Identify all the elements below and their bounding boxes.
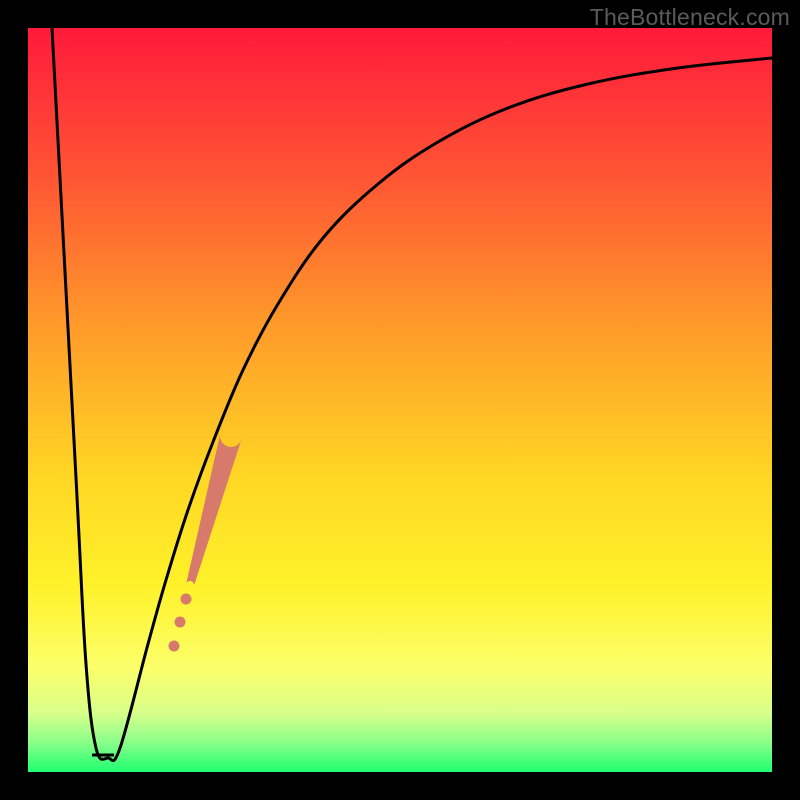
- highlight-band: [186, 433, 241, 586]
- plot-area: [28, 28, 772, 772]
- curve-layer: [28, 28, 772, 772]
- highlight-dot: [181, 594, 192, 605]
- chart-frame: TheBottleneck.com: [0, 0, 800, 800]
- bottleneck-curve: [52, 28, 772, 761]
- highlight-dot: [175, 617, 186, 628]
- watermark-text: TheBottleneck.com: [590, 4, 790, 31]
- highlight-dot: [169, 641, 180, 652]
